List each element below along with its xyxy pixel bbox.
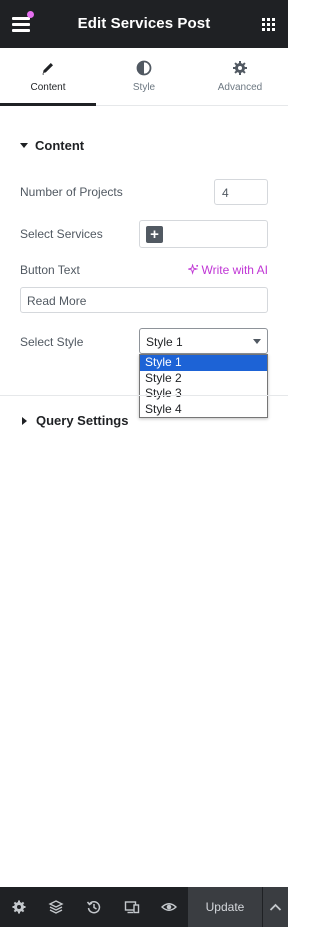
tab-style[interactable]: Style [96, 48, 192, 105]
select-style-options: Style 1 Style 2 Style 3 Style 4 [139, 354, 268, 418]
caret-down-icon [20, 143, 28, 149]
tab-label: Style [132, 82, 156, 93]
dropdown-option-style-1[interactable]: Style 1 [140, 355, 267, 371]
eye-icon[interactable] [161, 899, 177, 915]
section-divider [0, 395, 288, 396]
tab-advanced[interactable]: Advanced [192, 48, 288, 105]
section-title: Query Settings [36, 413, 129, 428]
write-with-ai-label: Write with AI [201, 263, 268, 277]
query-settings-toggle[interactable]: Query Settings [20, 413, 128, 428]
grid-icon[interactable] [262, 18, 275, 31]
caret-right-icon [22, 416, 27, 425]
contrast-icon [136, 60, 152, 76]
number-of-projects-label: Number of Projects [20, 185, 123, 199]
select-style-label: Select Style [20, 335, 84, 349]
active-tab-indicator [0, 103, 96, 106]
tab-content[interactable]: Content [0, 48, 96, 106]
dropdown-option-style-4[interactable]: Style 4 [140, 402, 267, 418]
bottom-toolbar: Update [0, 887, 288, 927]
number-of-projects-input[interactable]: 4 [214, 179, 268, 205]
settings-icon[interactable] [11, 899, 27, 915]
tab-label: Advanced [217, 82, 263, 93]
pencil-icon [42, 63, 53, 75]
dropdown-option-style-3[interactable]: Style 3 [140, 386, 267, 402]
button-text-input[interactable]: Read More [20, 287, 268, 313]
select-services-label: Select Services [20, 227, 103, 241]
write-with-ai-link[interactable]: Write with AI [186, 263, 268, 277]
chevron-down-icon [253, 339, 261, 344]
gear-icon [233, 61, 247, 75]
page-title: Edit Services Post [77, 15, 211, 32]
layers-icon[interactable] [48, 899, 64, 915]
dropdown-option-style-2[interactable]: Style 2 [140, 371, 267, 387]
chevron-up-icon [269, 903, 282, 911]
select-services-field[interactable]: + [139, 220, 268, 248]
top-bar: Edit Services Post [0, 0, 288, 48]
expand-button[interactable] [263, 887, 288, 927]
content-section-toggle[interactable]: Content [20, 138, 84, 153]
section-title: Content [35, 138, 85, 153]
update-button[interactable]: Update [188, 887, 262, 927]
history-icon[interactable] [86, 899, 102, 915]
sparkle-icon [186, 263, 198, 275]
select-style-dropdown[interactable]: Style 1 [139, 328, 268, 354]
select-style-value: Style 1 [146, 335, 183, 349]
add-service-button[interactable]: + [146, 226, 163, 243]
responsive-icon[interactable] [124, 899, 140, 915]
button-text-label: Button Text [20, 263, 80, 277]
panel-tabs: Content Style Advanced [0, 48, 288, 106]
tab-label: Content [30, 82, 66, 93]
